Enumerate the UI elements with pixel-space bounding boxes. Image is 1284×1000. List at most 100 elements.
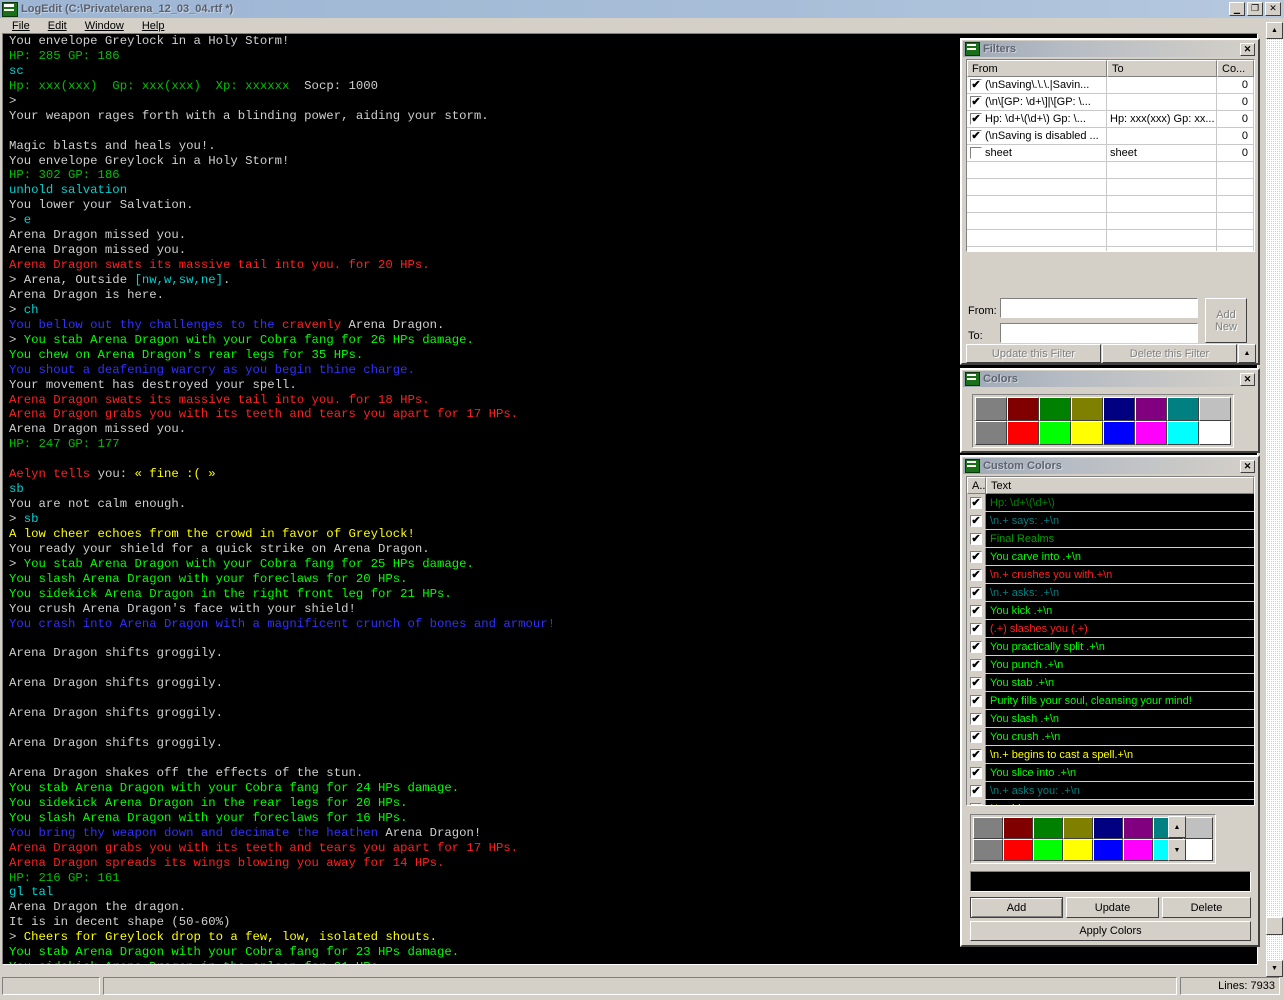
- custom-color-checkbox[interactable]: ✔: [970, 515, 982, 527]
- custom-color-checkbox[interactable]: ✔: [970, 695, 982, 707]
- filter-to-cell[interactable]: [1107, 77, 1217, 94]
- color-swatch[interactable]: [1135, 397, 1167, 421]
- filter-row-empty[interactable]: [967, 213, 1254, 230]
- filter-row-empty[interactable]: [967, 162, 1254, 179]
- filter-from-cell[interactable]: ✔(\nSaving\.\.\.|Savin...: [967, 77, 1107, 94]
- filter-row-empty[interactable]: [967, 230, 1254, 247]
- filters-col-count[interactable]: Co...: [1217, 60, 1254, 77]
- custom-color-checkbox[interactable]: ✔: [970, 587, 982, 599]
- custom-color-active-cell[interactable]: ✔: [967, 620, 986, 637]
- custom-color-checkbox[interactable]: ✔: [970, 731, 982, 743]
- custom-colors-scroll-up-icon[interactable]: ▲: [1168, 816, 1186, 838]
- custom-color-row[interactable]: ✔Hp: \d+\(\d+\): [967, 494, 1254, 512]
- color-swatch[interactable]: [1063, 839, 1093, 861]
- custom-colors-list[interactable]: A.. Text ✔Hp: \d+\(\d+\)✔\n.+ says: .+\n…: [966, 476, 1255, 806]
- filter-enabled-checkbox[interactable]: ✔: [970, 79, 982, 91]
- custom-color-active-cell[interactable]: ✔: [967, 764, 986, 781]
- minimize-button[interactable]: ▁: [1229, 2, 1245, 16]
- filter-row[interactable]: ✔(\nSaving is disabled ...0: [967, 128, 1254, 145]
- custom-color-row[interactable]: ✔You slash .+\n: [967, 710, 1254, 728]
- color-swatch[interactable]: [973, 839, 1003, 861]
- filter-count-cell[interactable]: 0: [1217, 111, 1254, 128]
- menu-window[interactable]: Window: [76, 19, 133, 33]
- custom-color-row[interactable]: ✔ Final Realms: [967, 530, 1254, 548]
- color-swatch[interactable]: [975, 421, 1007, 445]
- custom-color-active-cell[interactable]: ✔: [967, 566, 986, 583]
- custom-color-row[interactable]: ✔\n.+ says: .+\n: [967, 512, 1254, 530]
- color-swatch[interactable]: [975, 397, 1007, 421]
- colors-panel-close-icon[interactable]: ✕: [1240, 373, 1255, 386]
- menu-file[interactable]: File: [3, 19, 39, 33]
- filter-row[interactable]: ✔Hp: \d+\(\d+\) Gp: \...Hp: xxx(xxx) Gp:…: [967, 111, 1254, 128]
- custom-colors-col-active[interactable]: A..: [967, 477, 986, 494]
- color-swatch[interactable]: [1039, 397, 1071, 421]
- filter-enabled-checkbox[interactable]: [970, 147, 982, 159]
- update-custom-color-button[interactable]: Update: [1066, 897, 1159, 918]
- custom-color-active-cell[interactable]: ✔: [967, 584, 986, 601]
- filter-row[interactable]: ✔(\n\[GP: \d+\]|\[GP: \...0: [967, 94, 1254, 111]
- filter-from-cell[interactable]: sheet: [967, 145, 1107, 162]
- scroll-up-icon[interactable]: ▲: [1266, 22, 1283, 39]
- color-swatch[interactable]: [1103, 421, 1135, 445]
- color-swatch[interactable]: [1003, 817, 1033, 839]
- color-swatch[interactable]: [1199, 421, 1231, 445]
- menu-edit[interactable]: Edit: [39, 19, 76, 33]
- custom-color-row[interactable]: ✔\n.+ crushes you with.+\n: [967, 566, 1254, 584]
- custom-color-active-cell[interactable]: ✔: [967, 656, 986, 673]
- custom-colors-col-text[interactable]: Text: [986, 477, 1254, 494]
- color-swatch[interactable]: [1063, 817, 1093, 839]
- custom-color-checkbox[interactable]: ✔: [970, 569, 982, 581]
- filter-to-cell[interactable]: Hp: xxx(xxx) Gp: xx...: [1107, 111, 1217, 128]
- menu-help[interactable]: Help: [133, 19, 174, 33]
- custom-color-preview[interactable]: [970, 871, 1251, 892]
- delete-this-filter-button[interactable]: Delete this Filter: [1102, 344, 1237, 363]
- filter-count-cell[interactable]: 0: [1217, 128, 1254, 145]
- custom-color-active-cell[interactable]: ✔: [967, 548, 986, 565]
- custom-color-row[interactable]: ✔You carve into .+\n: [967, 548, 1254, 566]
- custom-color-active-cell[interactable]: ✔: [967, 728, 986, 745]
- filter-row-empty[interactable]: [967, 179, 1254, 196]
- custom-color-checkbox[interactable]: ✔: [970, 533, 982, 545]
- custom-color-active-cell[interactable]: ✔: [967, 800, 986, 806]
- add-new-filter-button[interactable]: Add New: [1205, 298, 1247, 343]
- close-button[interactable]: ✕: [1265, 2, 1281, 16]
- color-swatch[interactable]: [1123, 817, 1153, 839]
- custom-color-row[interactable]: ✔\n.+ asks you: .+\n: [967, 782, 1254, 800]
- color-swatch[interactable]: [1103, 397, 1135, 421]
- filters-from-input[interactable]: [1000, 298, 1198, 318]
- custom-color-row[interactable]: ✔You punch .+\n: [967, 656, 1254, 674]
- filters-scroll-up-icon[interactable]: ▲: [1238, 344, 1256, 363]
- custom-color-active-cell[interactable]: ✔: [967, 674, 986, 691]
- custom-color-checkbox[interactable]: ✔: [970, 659, 982, 671]
- filter-from-cell[interactable]: ✔Hp: \d+\(\d+\) Gp: \...: [967, 111, 1107, 128]
- custom-color-row[interactable]: ✔Purity fills your soul, cleansing your …: [967, 692, 1254, 710]
- color-swatch[interactable]: [973, 817, 1003, 839]
- custom-color-row[interactable]: ✔You kick .+\n: [967, 602, 1254, 620]
- color-swatch[interactable]: [1039, 421, 1071, 445]
- custom-color-checkbox[interactable]: ✔: [970, 623, 982, 635]
- color-swatch[interactable]: [1093, 817, 1123, 839]
- scrollbar-track[interactable]: [1266, 39, 1283, 960]
- filters-col-from[interactable]: From: [967, 60, 1107, 77]
- color-swatch[interactable]: [1167, 421, 1199, 445]
- custom-color-row[interactable]: ✔(.+) slashes you (.+): [967, 620, 1254, 638]
- color-swatch[interactable]: [1123, 839, 1153, 861]
- custom-color-checkbox[interactable]: ✔: [970, 749, 982, 761]
- color-swatch[interactable]: [1183, 817, 1213, 839]
- custom-color-checkbox[interactable]: ✔: [970, 551, 982, 563]
- custom-color-checkbox[interactable]: ✔: [970, 677, 982, 689]
- color-swatch[interactable]: [1199, 397, 1231, 421]
- custom-color-row[interactable]: ✔You crush .+\n: [967, 728, 1254, 746]
- filter-enabled-checkbox[interactable]: ✔: [970, 130, 982, 142]
- custom-color-active-cell[interactable]: ✔: [967, 710, 986, 727]
- custom-color-row[interactable]: ✔\n.+ begins to cast a spell.+\n: [967, 746, 1254, 764]
- custom-color-row[interactable]: ✔Newbie: [967, 800, 1254, 806]
- custom-color-row[interactable]: ✔You practically split .+\n: [967, 638, 1254, 656]
- filter-enabled-checkbox[interactable]: ✔: [970, 96, 982, 108]
- color-swatch[interactable]: [1071, 397, 1103, 421]
- custom-color-row[interactable]: ✔\n.+ asks: .+\n: [967, 584, 1254, 602]
- custom-color-active-cell[interactable]: ✔: [967, 692, 986, 709]
- filter-to-cell[interactable]: [1107, 128, 1217, 145]
- maximize-button[interactable]: ❐: [1247, 2, 1263, 16]
- filter-count-cell[interactable]: 0: [1217, 145, 1254, 162]
